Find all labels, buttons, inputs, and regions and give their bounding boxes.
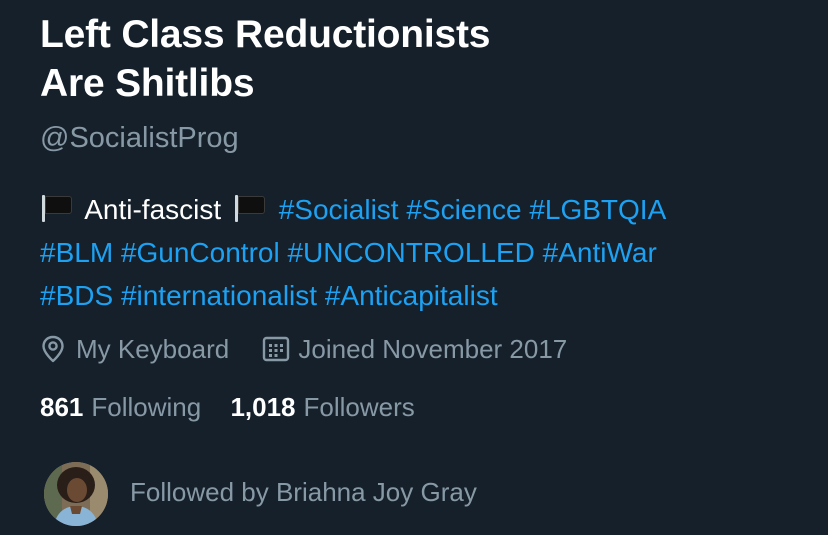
hashtag-link[interactable]: #UNCONTROLLED (287, 237, 534, 268)
black-flag-icon (40, 193, 72, 223)
calendar-icon (263, 336, 290, 362)
location: My Keyboard (40, 331, 229, 367)
avatar[interactable] (44, 462, 108, 526)
following-link[interactable]: 861 Following (40, 389, 201, 425)
hashtag-link[interactable]: #internationalist (121, 280, 317, 311)
hashtag-link[interactable]: #Science (406, 194, 521, 225)
followers-label: Followers (303, 392, 415, 422)
following-label: Following (91, 392, 202, 422)
hashtag-link[interactable]: #BLM (40, 237, 113, 268)
bio-line-2: #BLM #GunControl #UNCONTROLLED #AntiWar (40, 231, 810, 274)
followed-by-text[interactable]: Followed by Briahna Joy Gray (130, 474, 477, 510)
hashtag-link[interactable]: #LGBTQIA (529, 194, 666, 225)
follow-stats: 861 Following 1,018 Followers (40, 389, 415, 425)
followers-link[interactable]: 1,018 Followers (230, 389, 414, 425)
bio-line-1: Anti-fascist #Socialist #Science #LGBTQI… (40, 188, 810, 231)
following-count: 861 (40, 392, 84, 422)
profile-meta: My Keyboard Joined November 2017 (40, 331, 567, 367)
display-name: Left Class Reductionists Are Shitlibs (40, 10, 760, 108)
display-name-line-1: Left Class Reductionists (40, 13, 491, 56)
hashtag-link[interactable]: #Socialist (279, 194, 399, 225)
handle: @SocialistProg (40, 122, 239, 154)
bio: Anti-fascist #Socialist #Science #LGBTQI… (40, 188, 810, 317)
black-flag-icon (233, 193, 265, 223)
bio-text: Anti-fascist (84, 194, 222, 225)
hashtag-link[interactable]: #GunControl (121, 237, 280, 268)
location-pin-icon (42, 335, 64, 363)
bio-line-3: #BDS #internationalist #Anticapitalist (40, 274, 810, 317)
join-date-text: Joined November 2017 (298, 334, 568, 364)
followers-count: 1,018 (230, 392, 296, 422)
display-name-line-2: Are Shitlibs (40, 62, 255, 105)
hashtag-link[interactable]: #AntiWar (543, 237, 657, 268)
join-date: Joined November 2017 (262, 331, 567, 367)
hashtag-link[interactable]: #BDS (40, 280, 113, 311)
hashtag-link[interactable]: #Anticapitalist (325, 280, 498, 311)
location-text: My Keyboard (76, 334, 230, 364)
profile-header: Left Class Reductionists Are Shitlibs @S… (40, 0, 810, 535)
